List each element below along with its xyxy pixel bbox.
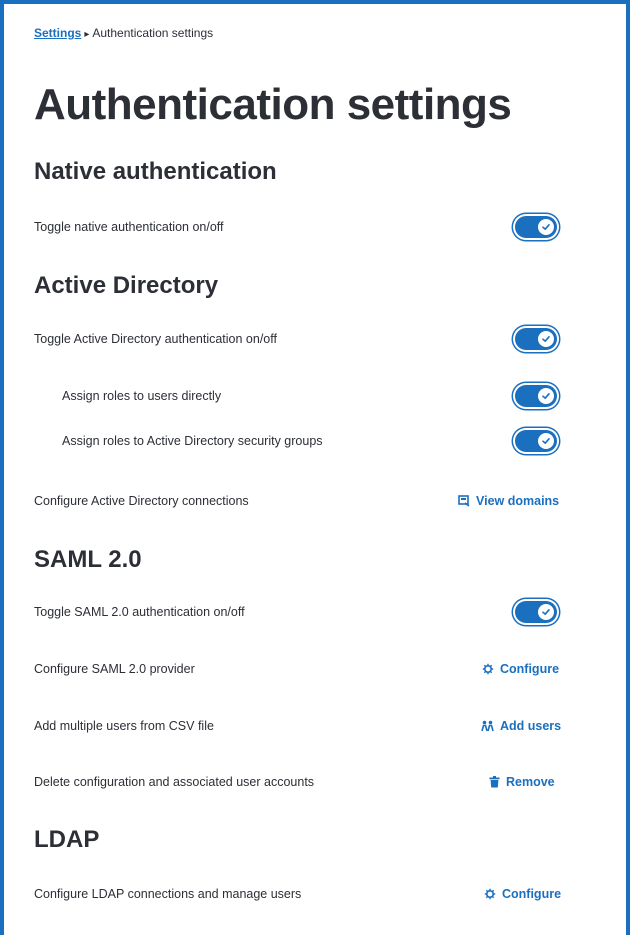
add-users-button[interactable]: Add users [481,719,561,733]
ldap-configure-label: Configure [502,887,562,901]
check-icon [538,388,554,404]
view-domains-label: View domains [476,494,560,508]
check-icon [538,604,554,620]
section-title-native: Native authentication [34,158,277,185]
check-icon [538,219,554,235]
assign-groups-toggle[interactable] [515,430,557,452]
saml-toggle-label: Toggle SAML 2.0 authentication on/off [34,605,245,619]
check-icon [538,433,554,449]
native-toggle-label: Toggle native authentication on/off [34,220,224,234]
breadcrumb-separator-icon: ▸ [84,29,90,40]
section-title-active-directory: Active Directory [34,272,219,299]
gear-icon [482,663,494,675]
breadcrumb-settings-link[interactable]: Settings [34,26,81,40]
remove-label: Remove [506,775,555,789]
assign-groups-label: Assign roles to Active Directory securit… [62,434,323,448]
check-icon [538,331,554,347]
delete-config-label: Delete configuration and associated user… [34,775,315,789]
breadcrumb-current: Authentication settings [92,26,214,40]
users-icon [481,720,494,732]
saml-configure-button[interactable]: Configure [482,662,559,676]
ad-auth-toggle[interactable] [515,328,557,350]
native-auth-toggle[interactable] [515,216,557,238]
section-title-ldap: LDAP [34,826,100,853]
view-domains-button[interactable]: View domains [458,494,559,508]
saml-configure-label: Configure [500,662,560,676]
domain-icon [458,495,470,507]
csv-users-label: Add multiple users from CSV file [34,719,214,733]
gear-icon [484,888,496,900]
breadcrumb: Settings ▸ Authentication settings [34,26,213,40]
ad-connections-label: Configure Active Directory connections [34,494,249,508]
saml-provider-label: Configure SAML 2.0 provider [34,662,195,676]
ldap-connections-label: Configure LDAP connections and manage us… [34,887,302,901]
assign-users-toggle[interactable] [515,385,557,407]
content-frame [0,0,630,935]
remove-button[interactable]: Remove [489,775,555,789]
saml-auth-toggle[interactable] [515,601,557,623]
page-title: Authentication settings [34,80,512,129]
ldap-configure-button[interactable]: Configure [484,887,561,901]
trash-icon [489,776,500,788]
ad-toggle-label: Toggle Active Directory authentication o… [34,332,277,346]
add-users-label: Add users [500,719,562,733]
section-title-saml: SAML 2.0 [34,546,142,573]
assign-users-label: Assign roles to users directly [62,389,222,403]
